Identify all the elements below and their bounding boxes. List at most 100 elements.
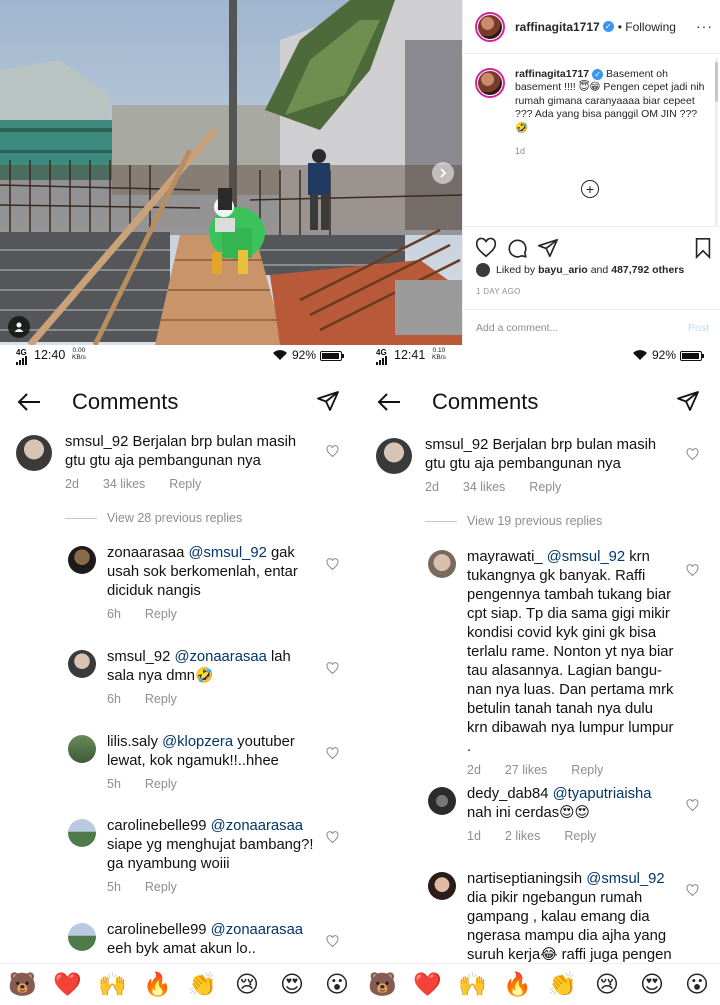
reply-button[interactable]: Reply xyxy=(145,607,177,621)
commenter-avatar[interactable] xyxy=(428,550,456,578)
like-heart-icon[interactable] xyxy=(326,662,339,674)
like-heart-icon[interactable] xyxy=(686,564,699,576)
emoji-clap[interactable]: 👏 xyxy=(188,971,217,999)
like-heart-icon[interactable] xyxy=(326,747,339,759)
comment-username[interactable]: mayrawati_ xyxy=(467,549,543,565)
view-previous-replies[interactable]: View 19 previous replies xyxy=(425,514,602,528)
add-comment-input[interactable]: Add a comment... xyxy=(476,322,558,334)
emoji-heart-eyes[interactable]: 😍 xyxy=(278,971,306,999)
comment-username[interactable]: smsul_92 xyxy=(65,434,128,450)
emoji-heart-eyes[interactable]: 😍 xyxy=(638,971,666,999)
comment-time: 5h xyxy=(107,880,121,894)
comment-mention[interactable]: @smsul_92 xyxy=(547,549,625,565)
emoji-crying[interactable]: 😢 xyxy=(593,971,621,999)
liker-avatar[interactable] xyxy=(476,263,490,277)
reply-button[interactable]: Reply xyxy=(529,480,561,494)
load-more-comments-icon[interactable]: + xyxy=(581,180,599,198)
commenter-avatar[interactable] xyxy=(68,650,96,678)
view-previous-replies[interactable]: View 28 previous replies xyxy=(65,511,242,525)
comment-username[interactable]: carolinebelle99 xyxy=(107,922,207,938)
reply-button[interactable]: Reply xyxy=(169,477,201,491)
back-arrow-icon[interactable] xyxy=(376,391,402,413)
commenter-avatar[interactable] xyxy=(68,923,96,951)
comment-time: 2d xyxy=(467,763,481,777)
caption-scroll-thumb[interactable] xyxy=(715,62,718,102)
reply-button[interactable]: Reply xyxy=(145,880,177,894)
comment-text: eeh byk amat akun lo.. xyxy=(107,941,256,957)
comment-username[interactable]: carolinebelle99 xyxy=(107,818,207,834)
commenter-avatar[interactable] xyxy=(428,872,456,900)
author-username[interactable]: raffinagita1717 xyxy=(515,20,600,34)
following-status[interactable]: • Following xyxy=(618,20,676,34)
comment-username[interactable]: dedy_dab84 xyxy=(467,786,548,802)
comment-mention[interactable]: @tyaputriaisha xyxy=(553,786,652,802)
comment-username[interactable]: zonaarasaa xyxy=(107,545,184,561)
comment-mention[interactable]: @zonaarasaa xyxy=(211,922,303,938)
commenter-avatar[interactable] xyxy=(376,438,412,474)
author-avatar[interactable] xyxy=(475,11,505,42)
user-tag-icon[interactable] xyxy=(8,316,30,338)
signal-icon xyxy=(376,356,387,365)
emoji-crying[interactable]: 😢 xyxy=(233,971,261,999)
share-send-icon[interactable] xyxy=(537,237,559,259)
comment-likes[interactable]: 27 likes xyxy=(505,763,547,777)
commenter-avatar[interactable] xyxy=(68,735,96,763)
commenter-avatar[interactable] xyxy=(428,787,456,815)
commenter-avatar[interactable] xyxy=(16,435,52,471)
post-photo[interactable] xyxy=(0,0,462,345)
reply-button[interactable]: Reply xyxy=(145,692,177,706)
comment-mention[interactable]: @smsul_92 xyxy=(188,545,266,561)
comment-bubble-icon[interactable] xyxy=(506,237,528,259)
comment-username[interactable]: smsul_92 xyxy=(107,649,170,665)
caption-avatar[interactable] xyxy=(475,68,505,98)
liked-by-user[interactable]: bayu_ario xyxy=(538,264,588,276)
comment-text: dia pikir ngebangun rumah gampang , kala… xyxy=(467,890,672,963)
back-arrow-icon[interactable] xyxy=(16,391,42,413)
comment-username[interactable]: smsul_92 xyxy=(425,437,488,453)
emoji-clap[interactable]: 👏 xyxy=(548,971,577,999)
like-heart-icon[interactable] xyxy=(326,558,339,570)
post-caption: raffinagita1717 ✓ Basement oh basement !!… xyxy=(475,68,713,158)
comment-username[interactable]: nartiseptianingsih xyxy=(467,871,582,887)
comment-mention[interactable]: @smsul_92 xyxy=(586,871,664,887)
share-send-icon[interactable] xyxy=(316,389,340,413)
emoji-bear[interactable]: 🐻 xyxy=(368,971,397,999)
caption-username[interactable]: raffinagita1717 xyxy=(515,68,589,80)
emoji-raised-hands[interactable]: 🙌 xyxy=(98,971,127,999)
comment-likes[interactable]: 34 likes xyxy=(103,477,145,491)
emoji-bear[interactable]: 🐻 xyxy=(8,971,37,999)
reply-button[interactable]: Reply xyxy=(571,763,603,777)
like-heart-icon[interactable] xyxy=(686,884,699,896)
post-comment-button[interactable]: Post xyxy=(688,322,709,334)
comment-likes[interactable]: 2 likes xyxy=(505,829,540,843)
like-heart-icon[interactable] xyxy=(326,935,339,947)
emoji-surprised[interactable]: 😮 xyxy=(683,971,711,999)
like-heart-icon[interactable] xyxy=(686,799,699,811)
likes-count[interactable]: 487,792 others xyxy=(611,264,684,276)
comment-mention[interactable]: @zonaarasaa xyxy=(211,818,303,834)
like-heart-icon[interactable] xyxy=(326,831,339,843)
verified-badge-icon: ✓ xyxy=(602,21,614,32)
like-heart-icon[interactable] xyxy=(326,445,339,457)
emoji-raised-hands[interactable]: 🙌 xyxy=(458,971,487,999)
comment-likes[interactable]: 34 likes xyxy=(463,480,505,494)
emoji-surprised[interactable]: 😮 xyxy=(323,971,351,999)
emoji-fire[interactable]: 🔥 xyxy=(503,971,532,999)
reply-button[interactable]: Reply xyxy=(145,777,177,791)
commenter-avatar[interactable] xyxy=(68,546,96,574)
reply-button[interactable]: Reply xyxy=(564,829,596,843)
bookmark-icon[interactable] xyxy=(692,237,714,259)
like-heart-icon[interactable] xyxy=(686,448,699,460)
emoji-fire[interactable]: 🔥 xyxy=(143,971,172,999)
comment-mention[interactable]: @klopzera xyxy=(162,734,233,750)
comment-username[interactable]: lilis.saly xyxy=(107,734,158,750)
comments-screen-right: 4G 12:41 0.10 KB/s 92% Comments smsul_92 … xyxy=(360,345,720,963)
commenter-avatar[interactable] xyxy=(68,819,96,847)
comment-mention[interactable]: @zonaarasaa xyxy=(174,649,266,665)
share-send-icon[interactable] xyxy=(676,389,700,413)
emoji-heart[interactable]: ❤️ xyxy=(53,971,82,999)
more-options-icon[interactable]: ··· xyxy=(696,18,713,34)
like-heart-icon[interactable] xyxy=(475,237,497,259)
emoji-heart[interactable]: ❤️ xyxy=(413,971,442,999)
next-photo-icon[interactable] xyxy=(432,162,454,184)
